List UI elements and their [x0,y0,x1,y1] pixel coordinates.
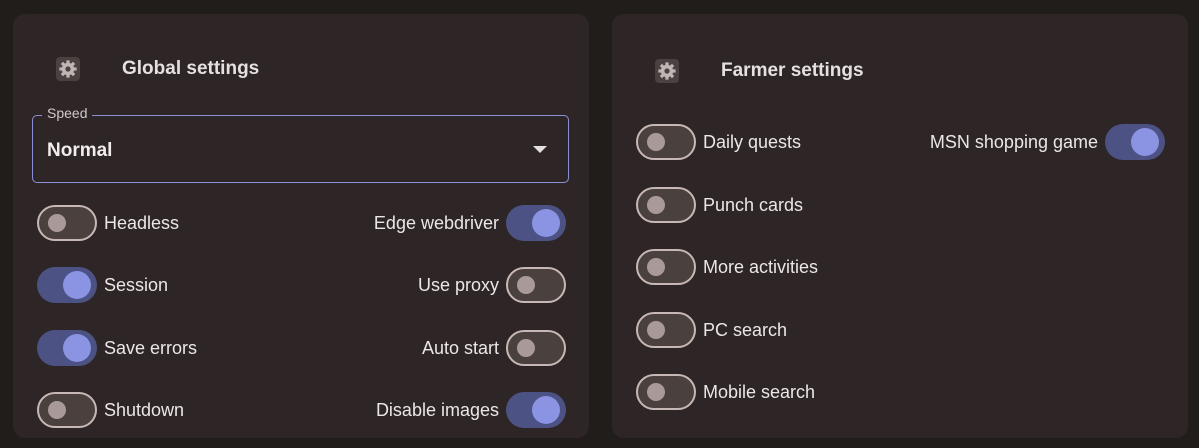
toggle-knob [48,401,66,419]
disable-images-toggle[interactable] [506,392,566,428]
setting-row-headless: Headless [37,203,179,243]
setting-row-save-errors: Save errors [37,328,197,368]
use-proxy-label: Use proxy [417,274,499,295]
toggle-knob [517,276,535,294]
headless-label: Headless [104,212,180,233]
punch-cards-label: Punch cards [703,194,804,215]
msn-shopping-game-label: MSN shopping game [929,131,1098,152]
save-errors-toggle[interactable] [37,330,97,366]
setting-row-session: Session [37,265,168,305]
toggle-knob [647,383,665,401]
speed-label: Speed [42,105,93,121]
pc-search-label: PC search [703,319,788,340]
speed-select[interactable]: Speed Normal [32,105,569,183]
farmer-settings-panel: Farmer settings Daily quests Punch cards M… [612,14,1188,438]
global-settings-panel: Global settings Speed Normal Headless Ses… [13,14,589,438]
farmer-settings-header: Farmer settings [612,56,1188,96]
setting-row-pc-search: PC search [636,310,787,350]
toggle-knob [532,209,560,237]
daily-quests-toggle[interactable] [636,124,696,160]
shutdown-label: Shutdown [104,399,185,420]
auto-start-toggle[interactable] [506,330,566,366]
edge-webdriver-toggle[interactable] [506,205,566,241]
mobile-search-label: Mobile search [703,381,816,402]
toggle-knob [647,133,665,151]
edge-webdriver-label: Edge webdriver [373,212,499,233]
toggle-knob [647,321,665,339]
setting-row-punch-cards: Punch cards [636,185,803,225]
gear-icon [53,54,83,84]
auto-start-label: Auto start [421,337,499,358]
toggle-knob [63,334,91,362]
speed-value: Normal [47,140,113,161]
setting-row-use-proxy: Use proxy [418,265,566,305]
setting-row-more-activities: More activities [636,247,818,287]
pc-search-toggle[interactable] [636,312,696,348]
setting-row-shutdown: Shutdown [37,390,184,430]
use-proxy-toggle[interactable] [506,267,566,303]
panel-title: Global settings [122,58,260,79]
toggle-knob [532,396,560,424]
setting-row-msn-shopping-game: MSN shopping game [930,122,1165,162]
shutdown-toggle[interactable] [37,392,97,428]
toggle-knob [63,271,91,299]
mobile-search-toggle[interactable] [636,374,696,410]
toggle-knob [517,339,535,357]
setting-row-daily-quests: Daily quests [636,122,801,162]
chevron-down-icon[interactable] [533,146,547,153]
more-activities-toggle[interactable] [636,249,696,285]
disable-images-label: Disable images [375,399,499,420]
msn-shopping-game-toggle[interactable] [1105,124,1165,160]
gear-icon [652,56,682,86]
daily-quests-label: Daily quests [703,131,802,152]
session-toggle[interactable] [37,267,97,303]
toggle-knob [647,196,665,214]
setting-row-edge-webdriver: Edge webdriver [374,203,566,243]
toggle-knob [647,258,665,276]
setting-row-mobile-search: Mobile search [636,372,815,412]
panel-title: Farmer settings [721,60,864,81]
toggle-knob [48,214,66,232]
headless-toggle[interactable] [37,205,97,241]
more-activities-label: More activities [703,256,819,277]
session-label: Session [104,274,169,295]
toggle-knob [1131,128,1159,156]
setting-row-disable-images: Disable images [376,390,566,430]
global-settings-header: Global settings [13,54,589,94]
setting-row-auto-start: Auto start [422,328,566,368]
save-errors-label: Save errors [104,337,198,358]
punch-cards-toggle[interactable] [636,187,696,223]
